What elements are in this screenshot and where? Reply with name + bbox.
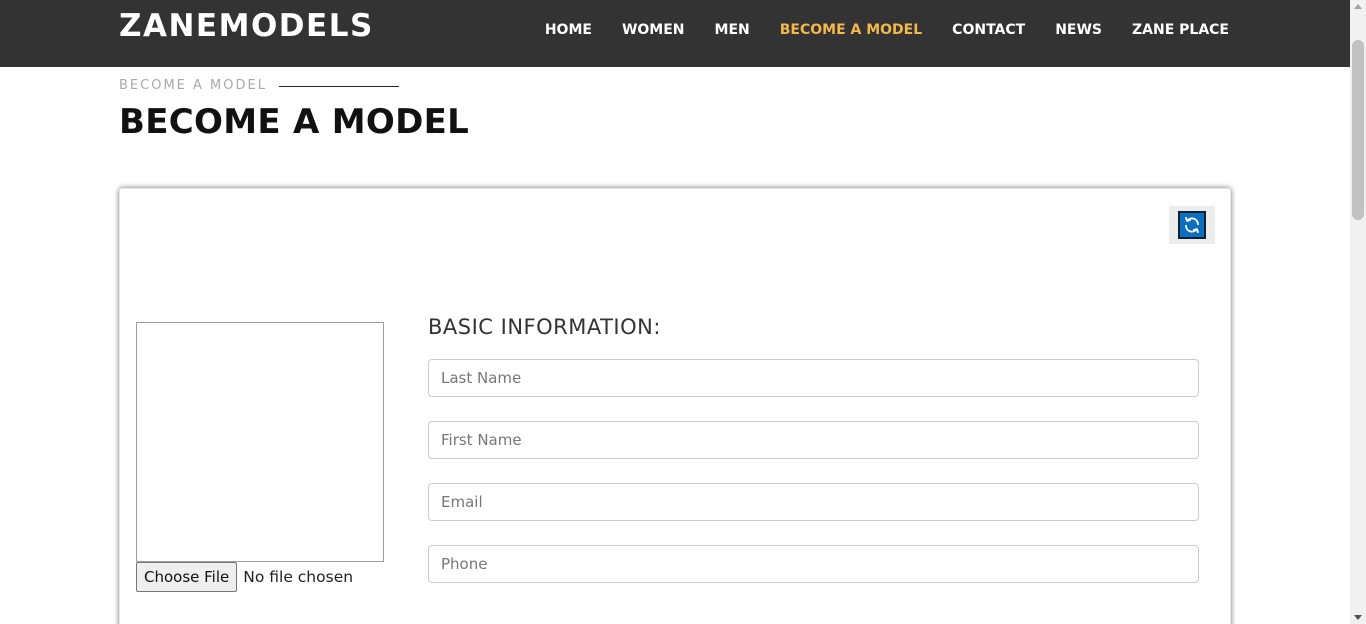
page-scrollbar[interactable] <box>1350 0 1366 624</box>
photo-preview <box>136 322 384 562</box>
main-nav: HOME WOMEN MEN BECOME A MODEL CONTACT NE… <box>545 20 1229 40</box>
nav-link-contact[interactable]: CONTACT <box>952 20 1025 40</box>
last-name-input[interactable] <box>428 359 1199 397</box>
top-navbar: ZANEMODELS HOME WOMEN MEN BECOME A MODEL… <box>0 0 1350 67</box>
breadcrumb-divider <box>278 85 399 87</box>
file-status: No file chosen <box>243 568 354 586</box>
refresh-button[interactable] <box>1169 206 1215 244</box>
breadcrumb-label: BECOME A MODEL <box>119 78 267 93</box>
phone-input[interactable] <box>428 545 1199 583</box>
first-name-input[interactable] <box>428 421 1199 459</box>
nav-link-zane-place[interactable]: ZANE PLACE <box>1132 20 1229 40</box>
nav-link-news[interactable]: NEWS <box>1055 20 1102 40</box>
site-logo[interactable]: ZANEMODELS <box>119 8 374 44</box>
nav-link-men[interactable]: MEN <box>715 20 750 40</box>
email-input[interactable] <box>428 483 1199 521</box>
choose-file-button[interactable]: Choose File <box>136 562 238 592</box>
scroll-down-arrow-icon[interactable] <box>1354 615 1362 620</box>
photo-upload: Choose File No file chosen <box>136 562 353 592</box>
nav-link-become-a-model[interactable]: BECOME A MODEL <box>780 20 922 40</box>
page-title: BECOME A MODEL <box>119 102 470 142</box>
scrollbar-thumb[interactable] <box>1352 40 1364 220</box>
nav-link-women[interactable]: WOMEN <box>622 20 685 40</box>
section-title: BASIC INFORMATION: <box>428 315 661 339</box>
nav-link-home[interactable]: HOME <box>545 20 592 40</box>
application-form-card: Choose File No file chosen BASIC INFORMA… <box>119 188 1231 624</box>
scroll-up-arrow-icon[interactable] <box>1354 4 1362 9</box>
breadcrumb: BECOME A MODEL <box>119 78 399 94</box>
refresh-icon <box>1178 211 1206 239</box>
